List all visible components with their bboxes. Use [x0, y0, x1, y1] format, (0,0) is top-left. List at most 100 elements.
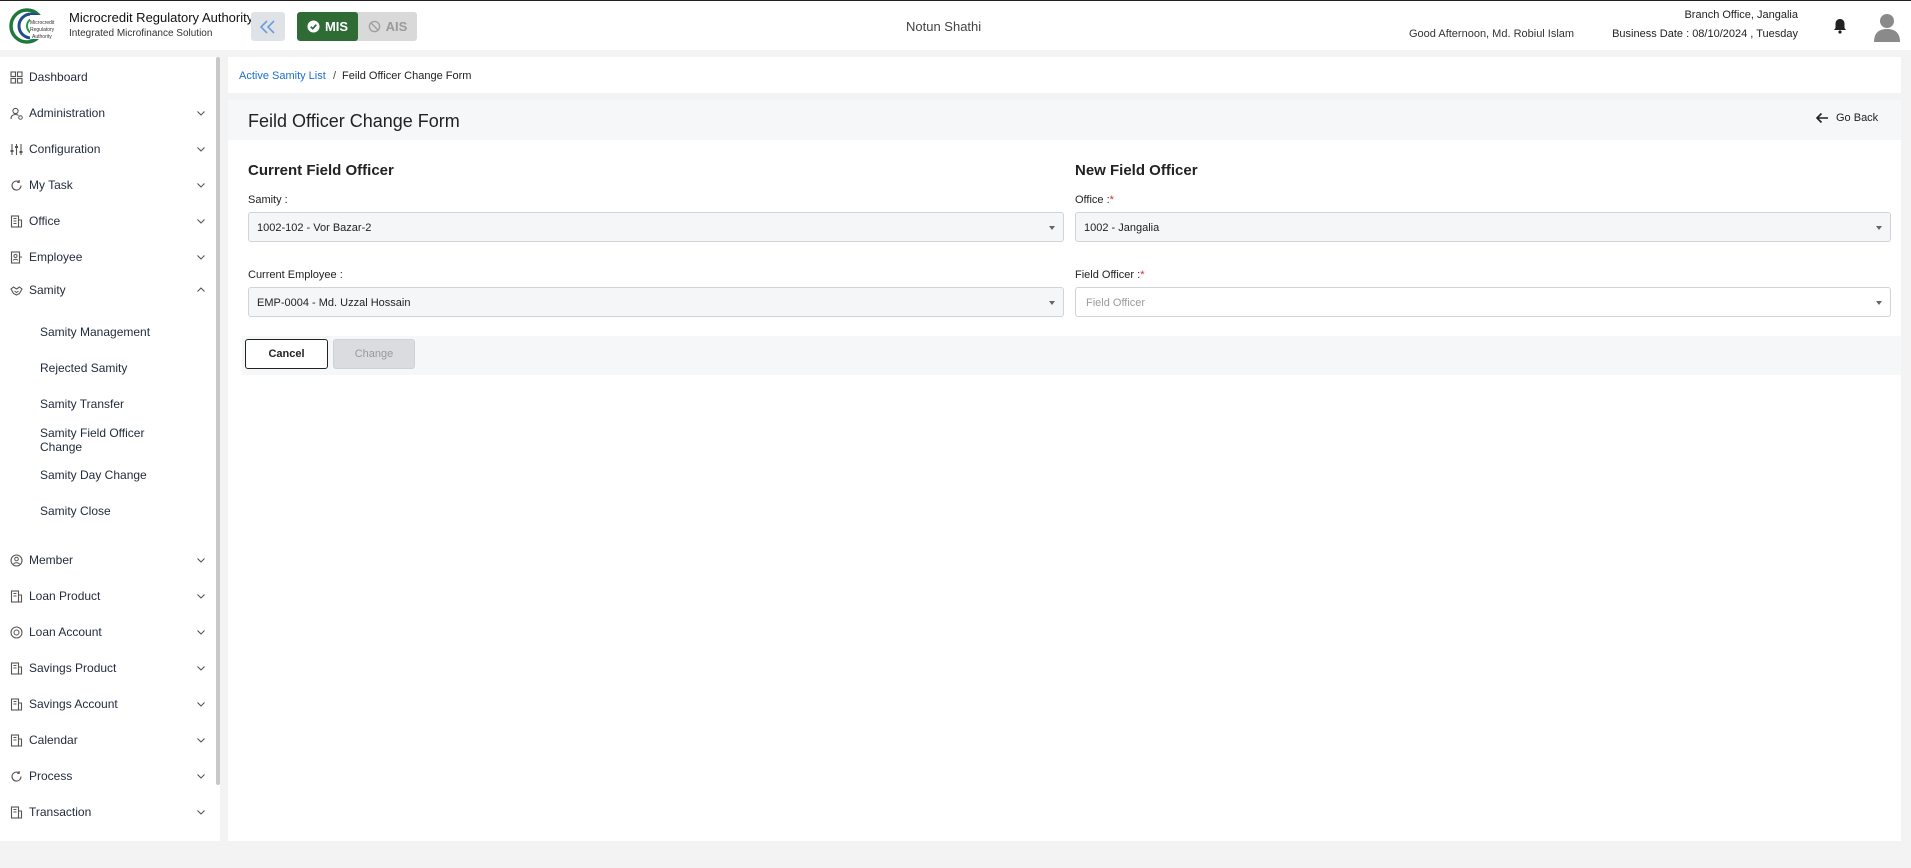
- sidebar-collapse-button[interactable]: [251, 12, 285, 41]
- chevron-down-icon: [197, 219, 205, 224]
- user-avatar-icon[interactable]: [1873, 12, 1901, 42]
- ais-mode-button[interactable]: AIS: [358, 12, 417, 41]
- notification-bell-icon[interactable]: [1831, 17, 1849, 35]
- sidebar-subitem-samity-day-change[interactable]: Samity Day Change: [40, 468, 147, 482]
- sidebar-item-label: Transaction: [29, 805, 92, 819]
- form-actions: Cancel Change: [242, 336, 1901, 375]
- sidebar-item-calendar[interactable]: Calendar: [0, 726, 214, 754]
- sidebar-item-samity[interactable]: Samity: [0, 276, 214, 304]
- document-icon: [10, 805, 23, 819]
- chevron-down-icon: [197, 183, 205, 188]
- mra-logo: Microcredit Regulatory Authority: [9, 8, 62, 44]
- chevron-down-icon: [197, 594, 205, 599]
- go-back-button[interactable]: Go Back: [1815, 112, 1878, 124]
- project-name: Notun Shathi: [906, 19, 982, 34]
- mode-toggle: MIS AIS: [297, 12, 417, 41]
- user-gear-icon: [10, 107, 23, 120]
- change-button[interactable]: Change: [333, 339, 415, 369]
- document-icon: [10, 697, 23, 711]
- breadcrumb: Active Samity List / Feild Officer Chang…: [228, 57, 1901, 93]
- office-select[interactable]: 1002 - Jangalia: [1075, 212, 1891, 242]
- sidebar-item-loan-product[interactable]: Loan Product: [0, 582, 214, 610]
- form-title-bar: Feild Officer Change Form Go Back: [228, 100, 1901, 140]
- current-employee-label: Current Employee :: [248, 269, 343, 281]
- sidebar-item-transaction[interactable]: Transaction: [0, 798, 214, 826]
- refresh-icon: [11, 179, 22, 191]
- branch-office: Branch Office, Jangalia: [1684, 9, 1798, 21]
- samity-select-value: 1002-102 - Vor Bazar-2: [257, 222, 372, 234]
- arrow-left-icon: [1815, 112, 1828, 124]
- sliders-icon: [10, 143, 23, 155]
- current-employee-select[interactable]: EMP-0004 - Md. Uzzal Hossain: [248, 287, 1064, 317]
- sidebar-item-label: Savings Account: [29, 697, 118, 711]
- caret-down-icon: [1049, 226, 1055, 230]
- mis-mode-label: MIS: [324, 19, 349, 34]
- business-date: Business Date : 08/10/2024 , Tuesday: [1612, 28, 1798, 40]
- sidebar-item-loan-account[interactable]: Loan Account: [0, 618, 214, 646]
- sidebar-item-member[interactable]: Member: [0, 546, 214, 574]
- sidebar-item-my-task[interactable]: My Task: [0, 171, 214, 199]
- mis-mode-button[interactable]: MIS: [297, 12, 358, 41]
- samity-select[interactable]: 1002-102 - Vor Bazar-2: [248, 212, 1064, 242]
- ais-mode-label: AIS: [385, 19, 408, 34]
- breadcrumb-separator: /: [333, 70, 337, 82]
- sidebar-item-label: Administration: [29, 106, 106, 120]
- chevron-down-icon: [197, 147, 205, 152]
- current-employee-select-value: EMP-0004 - Md. Uzzal Hossain: [257, 297, 411, 309]
- chevron-down-icon: [197, 558, 205, 563]
- grid-icon: [10, 70, 23, 84]
- check-circle-icon: [307, 20, 320, 33]
- sidebar-scrollbar[interactable]: [216, 57, 220, 785]
- sidebar: Dashboard Administration Configuration M…: [0, 57, 220, 841]
- chevron-down-icon: [197, 738, 205, 743]
- sidebar-item-employee[interactable]: Employee: [0, 243, 214, 271]
- building-icon: [10, 214, 23, 228]
- sidebar-item-office[interactable]: Office: [0, 207, 214, 235]
- sidebar-subitem-samity-transfer[interactable]: Samity Transfer: [40, 397, 124, 411]
- caret-down-icon: [1876, 301, 1882, 305]
- sidebar-subitem-rejected-samity[interactable]: Rejected Samity: [40, 361, 127, 375]
- go-back-label: Go Back: [1836, 112, 1879, 124]
- users-icon: [10, 553, 23, 567]
- sidebar-item-label: Configuration: [29, 142, 101, 156]
- breadcrumb-current: Feild Officer Change Form: [342, 70, 472, 82]
- handshake-icon: [10, 285, 23, 296]
- document-icon: [10, 589, 23, 603]
- sidebar-item-label: Calendar: [29, 733, 78, 747]
- field-officer-select[interactable]: Field Officer: [1075, 287, 1891, 317]
- field-officer-placeholder: Field Officer: [1086, 297, 1146, 309]
- sidebar-item-label: Samity: [29, 283, 66, 297]
- sidebar-item-process[interactable]: Process: [0, 762, 214, 790]
- office-label-text: Office :: [1075, 194, 1110, 206]
- sidebar-subitem-samity-management[interactable]: Samity Management: [40, 325, 150, 339]
- breadcrumb-active-samity-list-link[interactable]: Active Samity List: [239, 70, 326, 82]
- sidebar-item-label: Member: [29, 553, 74, 567]
- calendar-icon: [10, 733, 23, 747]
- caret-down-icon: [1049, 301, 1055, 305]
- sidebar-subitem-samity-close[interactable]: Samity Close: [40, 504, 111, 518]
- svg-text:Microcredit: Microcredit: [30, 20, 55, 26]
- sidebar-item-label: Employee: [29, 250, 83, 264]
- sidebar-item-label: My Task: [29, 178, 73, 192]
- subitem-label-line1: Samity Field Officer: [40, 426, 145, 440]
- cancel-button[interactable]: Cancel: [245, 339, 328, 369]
- sidebar-item-label: Dashboard: [29, 70, 88, 84]
- document-icon: [10, 661, 23, 675]
- sidebar-item-administration[interactable]: Administration: [0, 99, 214, 127]
- badge-icon: [10, 250, 22, 264]
- required-asterisk: *: [1109, 194, 1114, 206]
- sidebar-item-dashboard[interactable]: Dashboard: [0, 63, 214, 91]
- field-officer-label-text: Field Officer :: [1075, 269, 1141, 281]
- sidebar-item-savings-product[interactable]: Savings Product: [0, 654, 214, 682]
- required-asterisk: *: [1140, 269, 1145, 281]
- sidebar-item-savings-account[interactable]: Savings Account: [0, 690, 214, 718]
- sidebar-item-configuration[interactable]: Configuration: [0, 135, 214, 163]
- caret-down-icon: [1876, 226, 1882, 230]
- sidebar-item-label: Loan Product: [29, 589, 101, 603]
- chevron-down-icon: [197, 774, 205, 779]
- sidebar-item-label: Office: [29, 214, 61, 228]
- subitem-label-line2: Change: [40, 440, 83, 454]
- sidebar-item-label: Savings Product: [29, 661, 117, 675]
- svg-text:Authority: Authority: [32, 34, 52, 40]
- sidebar-subitem-samity-field-officer-change[interactable]: Samity Field Officer Change: [40, 426, 144, 454]
